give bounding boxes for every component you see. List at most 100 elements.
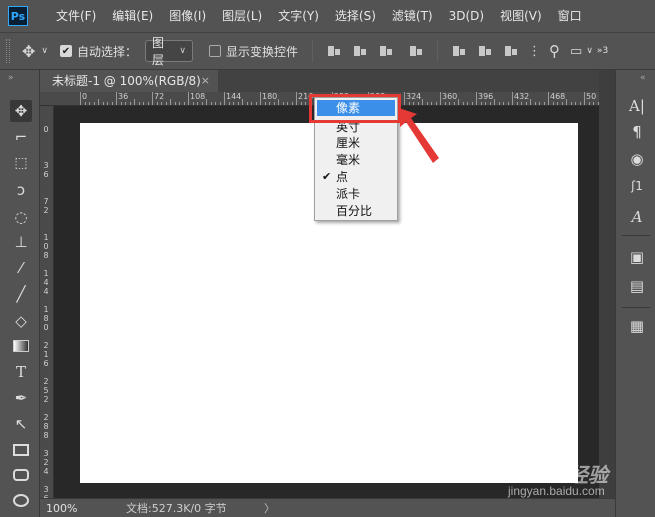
- type-icon[interactable]: T: [10, 361, 32, 383]
- path-select-icon[interactable]: ↖: [10, 413, 32, 435]
- menu-file[interactable]: 文件(F): [48, 0, 104, 32]
- auto-select-checkbox[interactable]: ✔: [60, 45, 72, 57]
- align-horizontal-center-icon[interactable]: [353, 44, 367, 58]
- right-panel-dock: « A| ¶ ◉ ʃ1 A ▣ ▤ ▦: [615, 70, 655, 517]
- gradient-icon[interactable]: [10, 335, 32, 357]
- menu-type[interactable]: 文字(Y): [270, 0, 327, 32]
- ruler-tick: [278, 99, 279, 105]
- ruler-tick-label: 180: [262, 92, 278, 101]
- type-style-icon[interactable]: A: [626, 207, 648, 227]
- search-icon[interactable]: ⚲: [549, 42, 560, 60]
- menu-window[interactable]: 窗口: [550, 0, 590, 32]
- unit-menu-item[interactable]: 厘米: [317, 135, 395, 151]
- zoom-level-field[interactable]: 100%: [46, 501, 86, 516]
- ruler-tick: [449, 102, 450, 105]
- align-vertical-center-icon[interactable]: [478, 44, 492, 58]
- options-bar: ✥ ∨ ✔ 自动选择： 图层 ∨ 显示变换控件 ⋮ ⚲ ▭ ∨ »3: [0, 32, 655, 70]
- character-icon[interactable]: A|: [626, 96, 648, 116]
- unit-menu-item[interactable]: 毫米: [317, 152, 395, 168]
- ruler-tick-label: 3 6 0: [43, 485, 49, 498]
- ruler-tick: [507, 102, 509, 105]
- menu-edit[interactable]: 编辑(E): [104, 0, 161, 32]
- vertical-ruler[interactable]: 0 3 6 7 2 1 0 8 1 4 4 1 8 0 2 1 6 2 5 2 2 8 8 3 2…: [40, 106, 54, 498]
- ruler-tick: [530, 99, 531, 105]
- ruler-tick: [93, 102, 95, 105]
- ruler-tick: [453, 102, 455, 105]
- grid-icon[interactable]: ▦: [626, 316, 648, 336]
- paragraph-icon[interactable]: ¶: [626, 122, 648, 142]
- ruler-tick-label: 396: [478, 92, 494, 101]
- pen-icon[interactable]: ✒: [10, 387, 32, 409]
- ellipse-icon[interactable]: [10, 489, 32, 511]
- ruler-tick: [215, 102, 216, 105]
- ruler-origin[interactable]: [40, 92, 62, 106]
- align-bottom-icon[interactable]: [504, 44, 518, 58]
- ruler-tick: [539, 102, 540, 105]
- unit-menu-item[interactable]: 派卡: [317, 186, 395, 202]
- artboard-icon[interactable]: ⌐: [10, 126, 32, 148]
- menu-3d[interactable]: 3D(D): [441, 0, 492, 32]
- workspace-chevron-down-icon[interactable]: ∨: [586, 46, 593, 56]
- eraser-icon[interactable]: ◇: [10, 310, 32, 332]
- workspace-icon[interactable]: ▭: [570, 44, 582, 59]
- ruler-tick-label: 2 8 8: [43, 413, 49, 440]
- ruler-tick-label: 468: [550, 92, 566, 101]
- rounded-rect-icon[interactable]: [10, 464, 32, 486]
- close-icon[interactable]: ×: [201, 70, 210, 92]
- document-tabs: 未标题-1 @ 100%(RGB/8) ×: [40, 70, 615, 92]
- ruler-tick: [462, 102, 464, 105]
- ruler-tick: [521, 102, 522, 105]
- align-right-icon[interactable]: [379, 44, 393, 58]
- collapse-icon[interactable]: »: [8, 73, 14, 83]
- unit-menu-item[interactable]: 百分比: [317, 203, 395, 219]
- ruler-tick: [296, 92, 297, 105]
- ruler-tick-label: 36: [118, 92, 129, 101]
- ruler-tick-label: 1 8 0: [43, 305, 49, 332]
- menu-layer[interactable]: 图层(L): [214, 0, 270, 32]
- align-top-icon[interactable]: [452, 44, 466, 58]
- ruler-tick: [219, 102, 221, 105]
- overflow-indicator[interactable]: »3: [597, 46, 608, 56]
- tool-preset-chevron-down-icon[interactable]: ∨: [41, 46, 48, 56]
- move-icon[interactable]: ✥: [10, 100, 32, 122]
- app-logo: Ps: [8, 6, 28, 26]
- move-tool-icon[interactable]: ✥: [22, 42, 35, 61]
- unit-menu-item-label: 毫米: [336, 153, 361, 167]
- ruler-tick: [579, 102, 581, 105]
- ruler-tick: [494, 99, 495, 105]
- status-menu-arrow-icon[interactable]: 〉: [264, 500, 275, 516]
- auto-select-target-dropdown[interactable]: 图层 ∨: [145, 36, 194, 67]
- quick-select-icon[interactable]: ◌: [10, 206, 32, 228]
- menu-filter[interactable]: 滤镜(T): [384, 0, 441, 32]
- options-bar-grip[interactable]: [6, 39, 10, 63]
- collapse-icon[interactable]: «: [640, 73, 646, 83]
- marquee-icon[interactable]: ⬚: [10, 152, 32, 174]
- menu-view[interactable]: 视图(V): [492, 0, 550, 32]
- properties-icon[interactable]: ▤: [626, 276, 648, 296]
- brush-icon[interactable]: ╱: [10, 283, 32, 305]
- ruler-tick: [557, 102, 558, 105]
- document-tab[interactable]: 未标题-1 @ 100%(RGB/8) ×: [40, 70, 218, 92]
- ruler-tick: [543, 102, 545, 105]
- align-left-icon[interactable]: [327, 44, 341, 58]
- show-transform-checkbox[interactable]: [209, 45, 222, 57]
- unit-menu-item[interactable]: ✔ 点: [317, 169, 395, 185]
- eyedropper-icon[interactable]: ⁄: [10, 257, 32, 279]
- divider: [437, 40, 439, 62]
- ruler-tick: [566, 99, 567, 105]
- rectangle-icon[interactable]: [10, 439, 32, 461]
- lasso-icon[interactable]: ↄ: [10, 179, 32, 201]
- more-options-icon[interactable]: ⋮: [528, 44, 541, 59]
- glyphs-icon[interactable]: ʃ1: [626, 176, 648, 196]
- ruler-tick: [228, 102, 230, 105]
- color-palette-icon[interactable]: ◉: [626, 149, 648, 169]
- 3d-icon[interactable]: ▣: [626, 247, 648, 267]
- ruler-tick-label: 2 1 6: [43, 341, 49, 368]
- menu-select[interactable]: 选择(S): [327, 0, 384, 32]
- tools-panel: » ✥ ⌐ ⬚ ↄ ◌ ⊥ ⁄ ╱ ◇ T ✒ ↖: [0, 70, 40, 517]
- ruler-tick: [134, 99, 135, 105]
- menu-image[interactable]: 图像(I): [161, 0, 214, 32]
- ruler-tick: [80, 92, 81, 105]
- crop-icon[interactable]: ⊥: [10, 231, 32, 253]
- distribute-icon[interactable]: [409, 44, 423, 58]
